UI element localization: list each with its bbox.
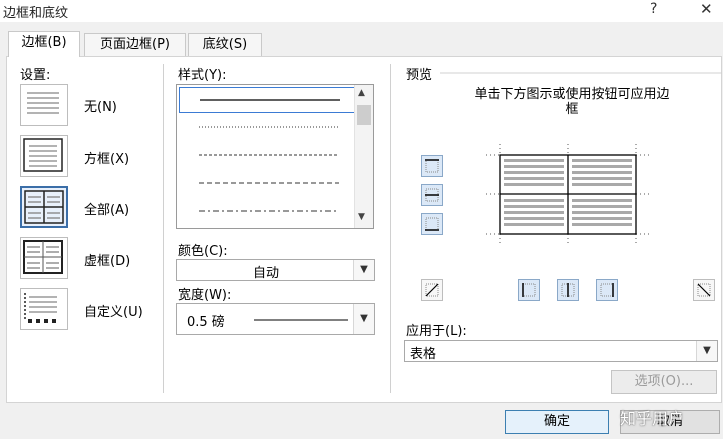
watermark-text: 知乎用户 xyxy=(620,409,685,428)
apply-to-label: 应用于(L): xyxy=(406,324,467,339)
width-label: 宽度(W): xyxy=(178,288,232,303)
close-button[interactable]: ✕ xyxy=(700,0,713,18)
setting-grid-icon[interactable] xyxy=(20,237,68,279)
inside-horizontal-border-button[interactable] xyxy=(421,184,443,206)
setting-none-icon[interactable] xyxy=(20,84,68,126)
apply-to-combo[interactable]: 表格 ▼ xyxy=(404,340,718,362)
style-option-solid[interactable] xyxy=(179,87,355,113)
divider-right xyxy=(390,64,391,393)
bottom-border-button[interactable] xyxy=(421,213,443,235)
options-button[interactable]: 选项(O)... xyxy=(611,370,717,394)
scroll-down-icon[interactable]: ▼ xyxy=(358,212,365,222)
setting-all-icon[interactable] xyxy=(20,186,68,228)
setting-none-label[interactable]: 无(N) xyxy=(84,96,117,115)
color-label: 颜色(C): xyxy=(178,244,228,259)
left-border-button[interactable] xyxy=(518,279,540,301)
top-border-button[interactable] xyxy=(421,155,443,177)
setting-custom-label[interactable]: 自定义(U) xyxy=(84,301,143,320)
setting-box-icon[interactable] xyxy=(20,135,68,177)
style-option-dash-dot[interactable] xyxy=(179,199,355,225)
style-scrollbar[interactable]: ▲ ▼ xyxy=(354,85,373,228)
chevron-down-icon[interactable]: ▼ xyxy=(353,304,374,334)
color-value: 自动 xyxy=(252,266,279,281)
style-option-dashed[interactable] xyxy=(179,171,355,197)
apply-to-value: 表格 xyxy=(410,347,437,362)
tab-shading[interactable]: 底纹(S) xyxy=(188,33,262,56)
preview-hint-line1: 单击下方图示或使用按钮可应用边 xyxy=(474,87,670,102)
width-value: 0.5 磅 xyxy=(187,315,225,330)
diagonal-up-border-button[interactable] xyxy=(693,279,715,301)
style-label: 样式(Y): xyxy=(178,68,227,83)
setting-box-label[interactable]: 方框(X) xyxy=(84,148,129,167)
right-border-button[interactable] xyxy=(596,279,618,301)
tab-borders[interactable]: 边框(B) xyxy=(8,31,80,57)
dialog-title: 边框和底纹 xyxy=(3,6,69,21)
preview-label: 预览 xyxy=(406,68,433,83)
title-bar xyxy=(0,0,723,22)
chevron-down-icon[interactable]: ▼ xyxy=(353,260,374,280)
preview-hint: 单击下方图示或使用按钮可应用边 框 xyxy=(428,87,716,117)
setting-custom-icon[interactable] xyxy=(20,288,68,330)
settings-label: 设置: xyxy=(20,68,51,83)
tab-page-border[interactable]: 页面边框(P) xyxy=(84,33,186,56)
setting-all-label[interactable]: 全部(A) xyxy=(84,199,129,218)
diagonal-down-border-button[interactable] xyxy=(421,279,443,301)
color-combo[interactable]: 自动 ▼ xyxy=(176,259,375,281)
preview-table[interactable] xyxy=(486,144,650,244)
divider-left xyxy=(163,64,164,393)
width-combo[interactable]: 0.5 磅 ▼ xyxy=(176,303,375,335)
style-listbox[interactable]: ▲ ▼ xyxy=(176,84,374,229)
scroll-up-icon[interactable]: ▲ xyxy=(358,88,365,98)
style-option-dashed-small[interactable] xyxy=(179,143,355,169)
preview-hint-line2: 框 xyxy=(565,102,579,117)
ok-button[interactable]: 确定 xyxy=(505,410,609,434)
setting-grid-label[interactable]: 虚框(D) xyxy=(84,250,130,269)
chevron-down-icon[interactable]: ▼ xyxy=(696,341,717,361)
help-button[interactable]: ? xyxy=(650,1,657,17)
style-option-dotted[interactable] xyxy=(179,115,355,141)
scroll-thumb[interactable] xyxy=(357,105,371,125)
inside-vertical-border-button[interactable] xyxy=(557,279,579,301)
